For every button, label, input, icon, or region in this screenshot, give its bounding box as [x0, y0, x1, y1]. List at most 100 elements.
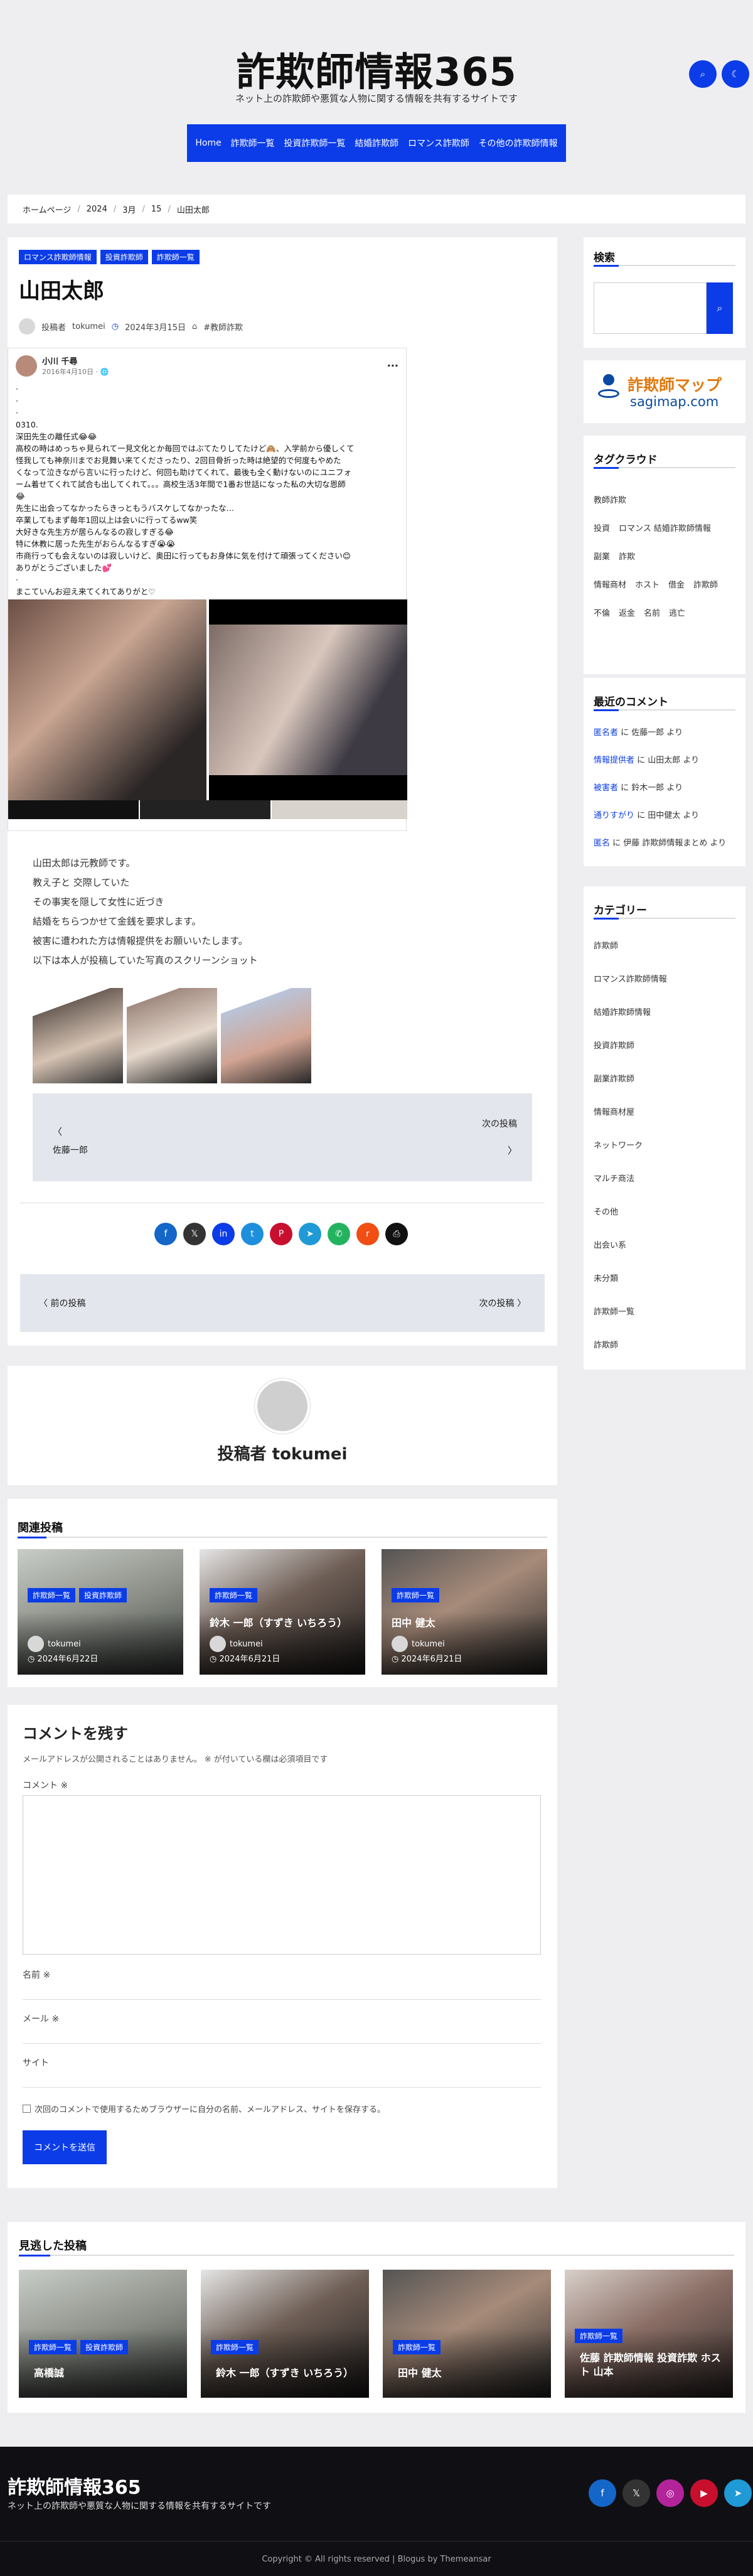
category-badge[interactable]: 詐欺師一覧	[211, 2340, 259, 2354]
category-badge[interactable]: 詐欺師一覧	[151, 250, 200, 264]
related-card-author[interactable]: tokumei	[412, 1640, 445, 1649]
tag-link[interactable]: 名前	[644, 606, 660, 618]
thumbnail[interactable]	[127, 988, 217, 1083]
missed-card[interactable]: 詐欺師一覧 投資詐欺師 高橋誠	[19, 2270, 187, 2398]
missed-card[interactable]: 詐欺師一覧 鈴木 一郎（すずき いちろう）	[201, 2270, 369, 2398]
category-link[interactable]: 結婚詐欺師情報	[594, 1006, 667, 1039]
missed-card-title[interactable]: 佐藤 詐欺師情報 投資詐欺 ホスト 山本	[580, 2351, 724, 2379]
next-post-button[interactable]: 次の投稿 〉	[479, 1297, 526, 1309]
category-link[interactable]: 出会い系	[594, 1238, 667, 1272]
twitter-icon[interactable]: t	[241, 1223, 264, 1245]
tag-link[interactable]: 投資	[594, 522, 610, 534]
category-link[interactable]: 情報商材屋	[594, 1105, 667, 1139]
related-card[interactable]: 詐欺師一覧 田中 健太 tokumei ◷ 2024年6月21日	[382, 1549, 547, 1675]
tag-link[interactable]: ロマンス 結婚詐欺師情報	[619, 522, 711, 534]
nav-item-home[interactable]: Home	[195, 138, 221, 148]
tag-link[interactable]: 教師詐欺	[594, 493, 626, 505]
category-badge[interactable]: 投資詐欺師	[79, 1588, 127, 1602]
author-link[interactable]: tokumei	[72, 322, 105, 331]
telegram-icon[interactable]: ➤	[724, 2479, 752, 2507]
facebook-icon[interactable]: f	[154, 1223, 177, 1245]
submit-comment-button[interactable]: コメントを送信	[23, 2130, 107, 2164]
tag-link[interactable]: 逃亡	[669, 606, 685, 618]
breadcrumb-year[interactable]: 2024	[87, 205, 107, 214]
category-link[interactable]: 詐欺師一覧	[594, 1305, 667, 1338]
print-icon[interactable]: ⎙	[385, 1223, 408, 1245]
save-info-checkbox[interactable]	[23, 2105, 31, 2113]
sagimap-banner[interactable]: 詐欺師マップ sagimap.com	[584, 360, 745, 423]
tag-link[interactable]: 情報商材	[594, 578, 626, 590]
related-card-author[interactable]: tokumei	[48, 1640, 81, 1649]
related-card-title[interactable]: 鈴木 一郎（すずき いちろう）	[210, 1614, 347, 1629]
tag-link[interactable]: 借金	[668, 578, 685, 590]
nav-item-marriage[interactable]: 結婚詐欺師	[355, 137, 398, 149]
related-card-title[interactable]: 田中 健太	[392, 1614, 435, 1629]
related-card[interactable]: 詐欺師一覧 投資詐欺師 tokumei ◷ 2024年6月22日	[18, 1549, 183, 1675]
footer-title[interactable]: 詐欺師情報365	[8, 2472, 141, 2499]
breadcrumb-month[interactable]: 3月	[122, 203, 136, 215]
search-icon[interactable]: ⌕	[689, 60, 717, 88]
category-badge[interactable]: 詐欺師一覧	[29, 2340, 77, 2354]
name-field[interactable]	[23, 1982, 541, 2000]
missed-card-title[interactable]: 鈴木 一郎（すずき いちろう）	[216, 2366, 360, 2380]
nav-item-list[interactable]: 詐欺師一覧	[231, 137, 275, 149]
category-link[interactable]: 投資詐欺師	[594, 1039, 667, 1072]
missed-card-title[interactable]: 田中 健太	[398, 2366, 542, 2380]
category-link[interactable]: 副業詐欺師	[594, 1072, 667, 1105]
thumbnail[interactable]	[221, 988, 311, 1083]
category-badge[interactable]: 投資詐欺師	[100, 250, 148, 264]
post-tag[interactable]: #教師詐欺	[203, 321, 243, 333]
category-link[interactable]: その他	[594, 1205, 667, 1238]
next-arrow[interactable]: 〉	[508, 1144, 517, 1157]
linkedin-icon[interactable]: in	[212, 1223, 235, 1245]
youtube-icon[interactable]: ▶	[690, 2479, 718, 2507]
breadcrumb-day[interactable]: 15	[151, 205, 162, 214]
next-post-label[interactable]: 次の投稿	[482, 1117, 517, 1130]
category-badge[interactable]: 詐欺師一覧	[392, 1588, 440, 1602]
telegram-icon[interactable]: ➤	[299, 1223, 321, 1245]
post-date[interactable]: 2024年3月15日	[125, 321, 186, 333]
category-badge[interactable]: 投資詐欺師	[80, 2340, 129, 2354]
category-badge[interactable]: 詐欺師一覧	[393, 2340, 441, 2354]
author-box-name[interactable]: 投稿者 tokumei	[8, 1441, 557, 1464]
whatsapp-icon[interactable]: ✆	[328, 1223, 350, 1245]
category-link[interactable]: 詐欺師	[594, 939, 667, 972]
category-badge[interactable]: ロマンス詐欺師情報	[19, 250, 97, 264]
nav-item-invest[interactable]: 投資詐欺師一覧	[284, 137, 345, 149]
comment-textarea[interactable]	[23, 1795, 541, 1955]
instagram-icon[interactable]: ◎	[656, 2479, 684, 2507]
category-link[interactable]: ネットワーク	[594, 1139, 667, 1172]
tag-link[interactable]: 詐欺	[619, 550, 635, 562]
prev-post-button[interactable]: 〈 前の投稿	[39, 1297, 85, 1309]
facebook-icon[interactable]: f	[589, 2479, 616, 2507]
prev-post-link[interactable]: 佐藤一郎	[53, 1144, 88, 1156]
category-link[interactable]: マルチ商法	[594, 1172, 667, 1205]
missed-card[interactable]: 詐欺師一覧 田中 健太	[383, 2270, 551, 2398]
prev-arrow[interactable]: 〈	[53, 1125, 62, 1138]
nav-item-other[interactable]: その他の詐欺師情報	[479, 137, 558, 149]
site-field[interactable]	[23, 2070, 541, 2088]
tag-link[interactable]: 返金	[619, 606, 635, 618]
related-card[interactable]: 詐欺師一覧 鈴木 一郎（すずき いちろう） tokumei ◷ 2024年6月2…	[200, 1549, 365, 1675]
x-icon[interactable]: 𝕏	[622, 2479, 650, 2507]
category-link[interactable]: ロマンス詐欺師情報	[594, 972, 667, 1006]
x-icon[interactable]: 𝕏	[183, 1223, 206, 1245]
category-badge[interactable]: 詐欺師一覧	[28, 1588, 76, 1602]
search-icon[interactable]: ⌕	[707, 282, 733, 334]
missed-card-title[interactable]: 高橋誠	[34, 2366, 178, 2380]
thumbnail[interactable]	[33, 988, 123, 1083]
related-card-author[interactable]: tokumei	[230, 1640, 263, 1649]
moon-icon[interactable]: ☾	[722, 60, 749, 88]
pinterest-icon[interactable]: P	[270, 1223, 292, 1245]
breadcrumb-home[interactable]: ホームページ	[23, 203, 71, 215]
tag-link[interactable]: 不倫	[594, 606, 610, 618]
reddit-icon[interactable]: r	[356, 1223, 379, 1245]
category-badge[interactable]: 詐欺師一覧	[575, 2329, 623, 2343]
nav-item-romance[interactable]: ロマンス詐欺師	[408, 137, 469, 149]
tag-link[interactable]: 詐欺師	[693, 578, 718, 590]
tag-link[interactable]: ホスト	[635, 578, 660, 590]
missed-card[interactable]: 詐欺師一覧 佐藤 詐欺師情報 投資詐欺 ホスト 山本	[565, 2270, 733, 2398]
tag-link[interactable]: 副業	[594, 550, 610, 562]
email-field[interactable]	[23, 2026, 541, 2044]
search-input[interactable]	[594, 282, 707, 334]
